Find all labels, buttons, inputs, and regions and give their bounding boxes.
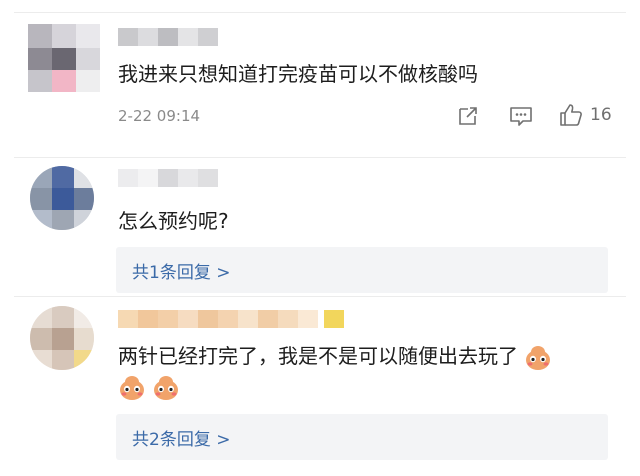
pixelated-avatar-icon (30, 306, 94, 370)
blushing-face-emoji-icon (526, 345, 551, 370)
comment-item-1: 我进来只想知道打完疫苗可以不做核酸吗 2-22 09:14 16 (0, 0, 640, 150)
pixelated-avatar-icon (28, 24, 100, 92)
comment-item-3: 两针已经打完了，我是不是可以随便出去玩了 共2条回复 > (0, 296, 640, 476)
like-button[interactable]: 16 (558, 102, 612, 128)
comment-timestamp: 2-22 09:14 (118, 107, 201, 125)
pixelated-avatar-icon (30, 166, 94, 230)
comment-text-content: 两针已经打完了，我是不是可以随便出去玩了 (118, 344, 518, 368)
avatar[interactable] (28, 24, 100, 92)
comment-button[interactable] (508, 104, 534, 128)
comment-icon (510, 107, 532, 126)
like-count: 16 (590, 105, 612, 125)
reply-summary-box[interactable]: 共2条回复 > (116, 414, 608, 460)
blushing-face-emoji-icon (120, 376, 144, 400)
username-pixelated[interactable] (118, 169, 218, 187)
view-replies-link[interactable]: 共1条回复 > (132, 258, 230, 283)
blushing-face-emoji-icon (154, 376, 178, 400)
avatar[interactable] (30, 306, 94, 370)
avatar[interactable] (30, 166, 94, 230)
username-pixelated[interactable] (118, 28, 218, 46)
reply-summary-box[interactable]: 共1条回复 > (116, 247, 608, 293)
comment-text: 两针已经打完了，我是不是可以随便出去玩了 (118, 342, 552, 372)
comment-item-2: 怎么预约呢? 共1条回复 > (0, 157, 640, 297)
comment-text: 怎么预约呢? (118, 209, 229, 233)
view-replies-link[interactable]: 共2条回复 > (132, 425, 230, 450)
username-pixelated[interactable] (118, 310, 344, 328)
comment-text: 我进来只想知道打完疫苗可以不做核酸吗 (118, 62, 478, 86)
share-icon (459, 107, 477, 125)
emoji-row (118, 374, 180, 402)
share-button[interactable] (456, 104, 480, 128)
thumbs-up-icon (560, 104, 582, 126)
